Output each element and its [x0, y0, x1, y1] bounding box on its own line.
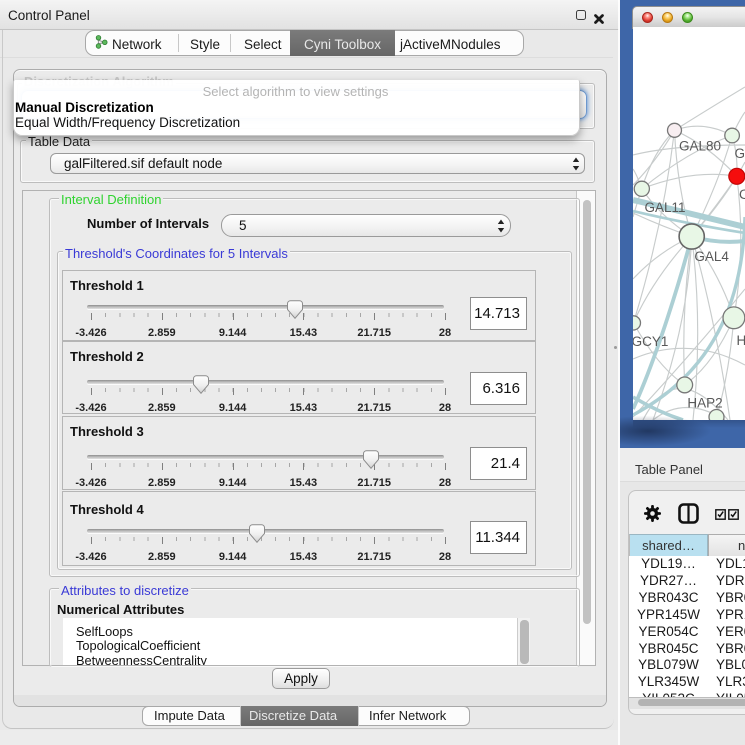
svg-text:HAP2: HAP2: [687, 396, 722, 411]
svg-text:GAL11: GAL11: [644, 200, 685, 215]
svg-text:GAL1: GAL1: [735, 146, 745, 161]
svg-text:HIS: HIS: [737, 333, 745, 348]
svg-text:GAL4: GAL4: [694, 249, 729, 264]
svg-text:GCY1: GCY1: [633, 334, 668, 349]
svg-text:GAL80: GAL80: [679, 139, 721, 154]
svg-text:CYC: CYC: [739, 187, 745, 202]
